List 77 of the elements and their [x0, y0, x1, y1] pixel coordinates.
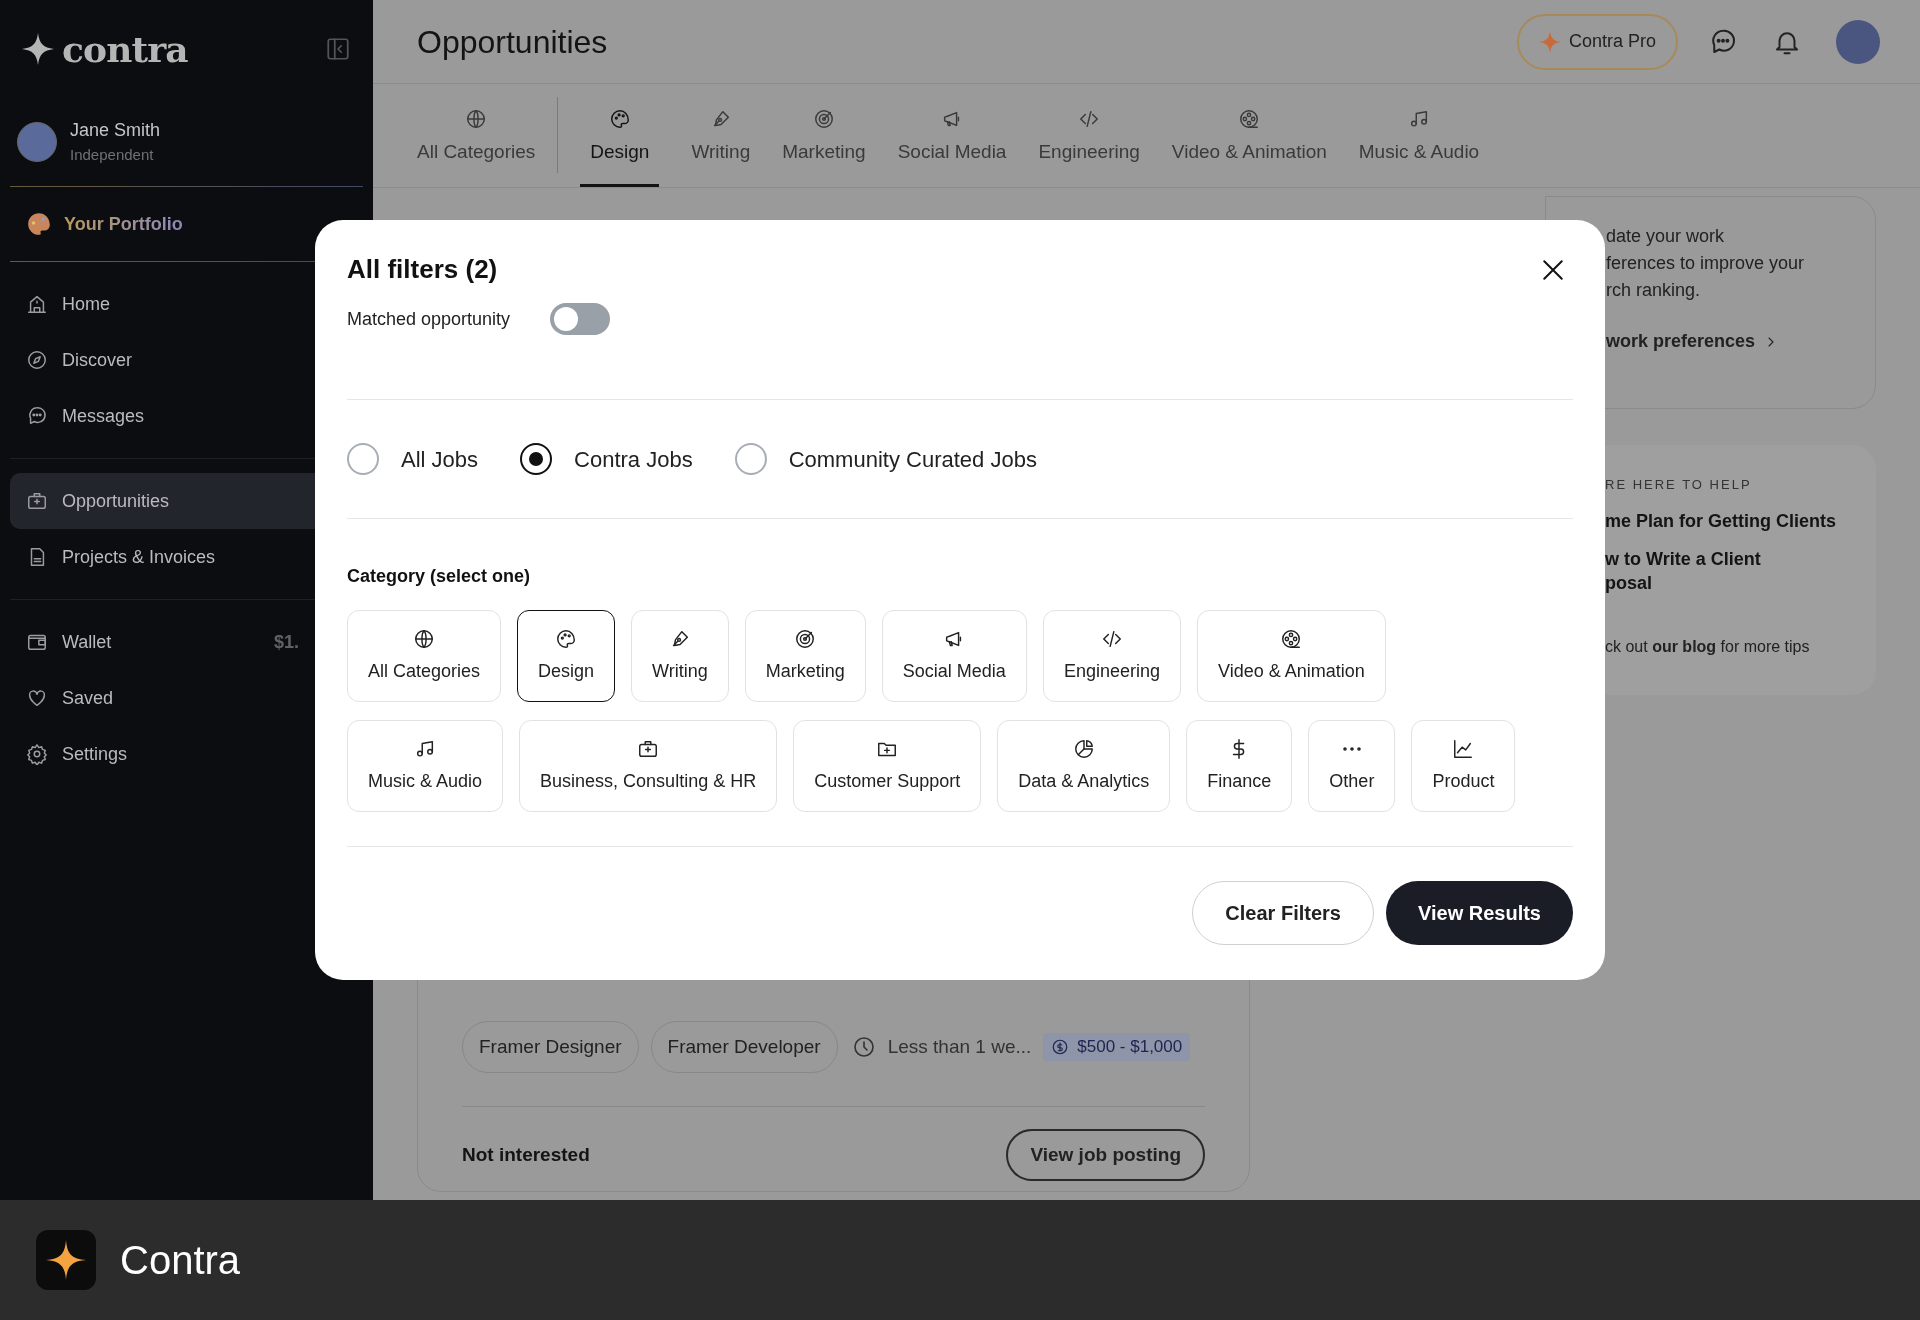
- briefcase-icon: [26, 490, 48, 512]
- category-tab[interactable]: Video & Animation: [1171, 107, 1327, 187]
- category-chip[interactable]: Music & Audio: [347, 720, 504, 812]
- user-role: Independent: [70, 145, 155, 166]
- toggle-switch[interactable]: [550, 303, 611, 335]
- category-chip[interactable]: Customer Support: [793, 720, 982, 812]
- chat-bubble-icon: [26, 405, 48, 427]
- sparkle-logo-icon: [22, 33, 54, 65]
- category-chip[interactable]: Business, Consulting & HR: [519, 720, 778, 812]
- wallet-balance: $1.: [273, 630, 299, 654]
- category-chip[interactable]: Finance: [1186, 720, 1293, 812]
- palette-icon: [555, 627, 578, 650]
- target-icon: [812, 107, 835, 130]
- category-chip[interactable]: Product: [1411, 720, 1516, 812]
- category-chip[interactable]: Social Media: [881, 610, 1027, 702]
- building-icon: [26, 293, 48, 315]
- palette-icon: [26, 211, 52, 237]
- toggle-label: Matched opportunity: [347, 307, 511, 331]
- nav-item[interactable]: Discover: [10, 332, 363, 388]
- target-icon: [794, 627, 817, 650]
- view-job-posting-button[interactable]: View job posting: [1006, 1129, 1205, 1181]
- palette-icon: [608, 107, 631, 130]
- article-link[interactable]: w to Write a Client posal: [1605, 546, 1876, 595]
- category-chip[interactable]: All Categories: [347, 610, 502, 702]
- heart-icon: [26, 687, 48, 709]
- nav-item[interactable]: Messages: [10, 388, 363, 444]
- blog-note: ck out our blog for more tips: [1605, 636, 1811, 657]
- app-name: Contra: [120, 1237, 241, 1284]
- budget-badge: $500 - $1,000: [1043, 1033, 1191, 1061]
- more-icon: [1340, 745, 1363, 752]
- user-name: Jane Smith: [70, 119, 161, 143]
- card-text: rch ranking.: [1606, 279, 1702, 302]
- job-type-radio[interactable]: Community Curated Jobs: [734, 442, 1037, 476]
- sidebar-collapse-icon[interactable]: [325, 36, 351, 62]
- not-interested-link[interactable]: Not interested: [462, 1140, 590, 1170]
- category-tab[interactable]: Engineering: [1038, 107, 1140, 187]
- compass-icon: [26, 349, 48, 371]
- category-chip[interactable]: Marketing: [744, 610, 866, 702]
- job-type-radio[interactable]: All Jobs: [347, 442, 479, 476]
- sparkle-icon: [1538, 30, 1561, 53]
- job-type-radio[interactable]: Contra Jobs: [520, 442, 693, 476]
- contra-pro-button[interactable]: Contra Pro: [1516, 13, 1678, 70]
- line-chart-icon: [1452, 737, 1475, 760]
- film-reel-icon: [1238, 107, 1261, 130]
- category-chip[interactable]: Other: [1308, 720, 1396, 812]
- category-tab[interactable]: Music & Audio: [1358, 107, 1480, 187]
- category-tab[interactable]: Writing: [691, 107, 751, 187]
- brand-name: contra: [62, 27, 188, 72]
- settings-icon: [26, 743, 48, 765]
- modal-title: All filters (2): [347, 253, 498, 286]
- duration-label: Less than 1 we...: [887, 1034, 1032, 1059]
- work-preferences-link[interactable]: work preferences: [1606, 328, 1875, 355]
- pie-chart-icon: [1072, 737, 1095, 760]
- card-text: date your work: [1606, 225, 1726, 248]
- category-chip[interactable]: Data & Analytics: [997, 720, 1171, 812]
- category-tab[interactable]: Design: [580, 107, 660, 187]
- category-chip[interactable]: Engineering: [1042, 610, 1181, 702]
- globe-icon: [465, 107, 488, 130]
- category-chip[interactable]: Writing: [631, 610, 729, 702]
- card-text: ferences to improve your: [1606, 252, 1806, 275]
- category-chip[interactable]: Video & Animation: [1196, 610, 1386, 702]
- avatar[interactable]: [1836, 19, 1880, 64]
- film-reel-icon: [1280, 627, 1303, 650]
- section-eyebrow: RE HERE TO HELP: [1605, 476, 1753, 494]
- category-tab[interactable]: Marketing: [782, 107, 866, 187]
- view-results-button[interactable]: View Results: [1385, 881, 1573, 945]
- dollar-icon: [1051, 1038, 1070, 1056]
- app-icon: [36, 1230, 96, 1290]
- globe-icon: [413, 627, 436, 650]
- section-heading: Category (select one): [347, 565, 532, 588]
- category-chip[interactable]: Design: [517, 610, 616, 702]
- article-link[interactable]: me Plan for Getting Clients: [1605, 508, 1876, 533]
- clock-icon: [851, 1035, 876, 1059]
- category-tab[interactable]: All Categories: [417, 107, 536, 187]
- category-tab[interactable]: Social Media: [897, 107, 1007, 187]
- page-title: Opportunities: [417, 22, 609, 62]
- avatar[interactable]: [17, 122, 57, 162]
